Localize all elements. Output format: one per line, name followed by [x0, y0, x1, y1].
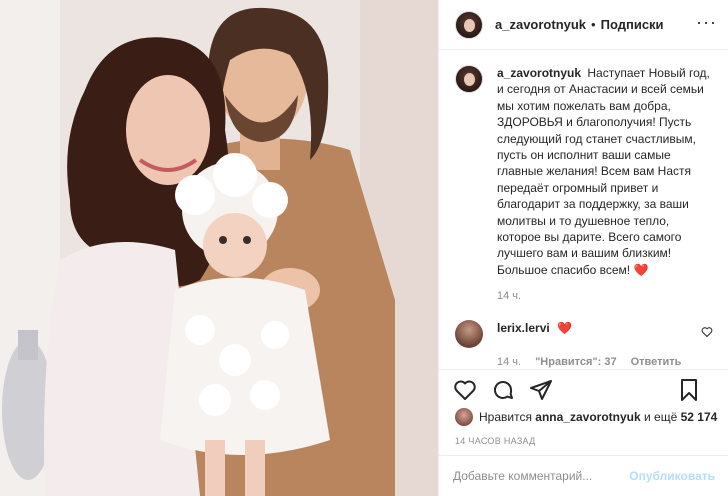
comment-text: ❤️ [557, 321, 573, 336]
post-sidebar: a_zavorotnyuk • Подписки ··· a_zavorotny… [438, 0, 728, 496]
likes-middle: и ещё [644, 410, 678, 424]
comment-item: lerix.lervi ❤️ [455, 320, 713, 349]
comment-bubble-icon[interactable] [491, 378, 515, 402]
comment-input[interactable] [453, 469, 630, 483]
caption-username[interactable]: a_zavorotnyuk [497, 66, 581, 80]
more-horizontal-icon[interactable]: ··· [696, 13, 717, 31]
caption-text: a_zavorotnyuk Наступает Новый год, и сег… [497, 65, 713, 278]
comment-time: 14 ч. [497, 356, 522, 369]
caption-body: Наступает Новый год, и сегодня от Анаста… [497, 66, 710, 277]
family-photo-illustration [0, 0, 438, 496]
reply-button[interactable]: Ответить [631, 356, 682, 368]
separator-dot: • [591, 17, 596, 32]
following-button[interactable]: Подписки [601, 17, 664, 32]
publish-button[interactable]: Опубликовать [629, 469, 715, 483]
heart-emoji: ❤️ [633, 262, 649, 277]
caption-time: 14 ч. [497, 290, 522, 303]
liker-avatar[interactable] [455, 408, 473, 426]
commenter-username[interactable]: lerix.lervi [497, 321, 550, 335]
author-avatar[interactable] [455, 10, 483, 39]
add-comment-form: Опубликовать [439, 455, 728, 496]
liker-username[interactable]: anna_zavorotnyuk [535, 410, 640, 424]
share-paper-plane-icon[interactable] [529, 378, 553, 402]
comment-like-heart-icon[interactable] [701, 326, 713, 341]
comment-likes-count[interactable]: "Нравится": 37 [535, 356, 616, 368]
likes-prefix: Нравится [479, 410, 532, 424]
commenter-avatar[interactable] [455, 320, 483, 349]
likes-summary: Нравится anna_zavorotnyuk и ещё 52 174 [455, 408, 717, 426]
caption-avatar[interactable] [455, 65, 483, 93]
post-photo[interactable] [0, 0, 438, 496]
action-bar [439, 369, 728, 409]
bookmark-icon[interactable] [677, 378, 701, 402]
comment-body: lerix.lervi ❤️ [497, 320, 572, 336]
post-timestamp[interactable]: 14 ЧАСОВ НАЗАД [455, 436, 536, 446]
caption: a_zavorotnyuk Наступает Новый год, и сег… [455, 65, 713, 278]
likes-count[interactable]: 52 174 [681, 410, 718, 424]
comments-scroll-area[interactable]: a_zavorotnyuk Наступает Новый год, и сег… [439, 51, 728, 369]
author-username[interactable]: a_zavorotnyuk [495, 17, 586, 32]
comment-meta: 14 ч. "Нравится": 37 Ответить [497, 356, 713, 368]
post-header: a_zavorotnyuk • Подписки ··· [439, 0, 728, 50]
like-heart-icon[interactable] [453, 378, 477, 402]
